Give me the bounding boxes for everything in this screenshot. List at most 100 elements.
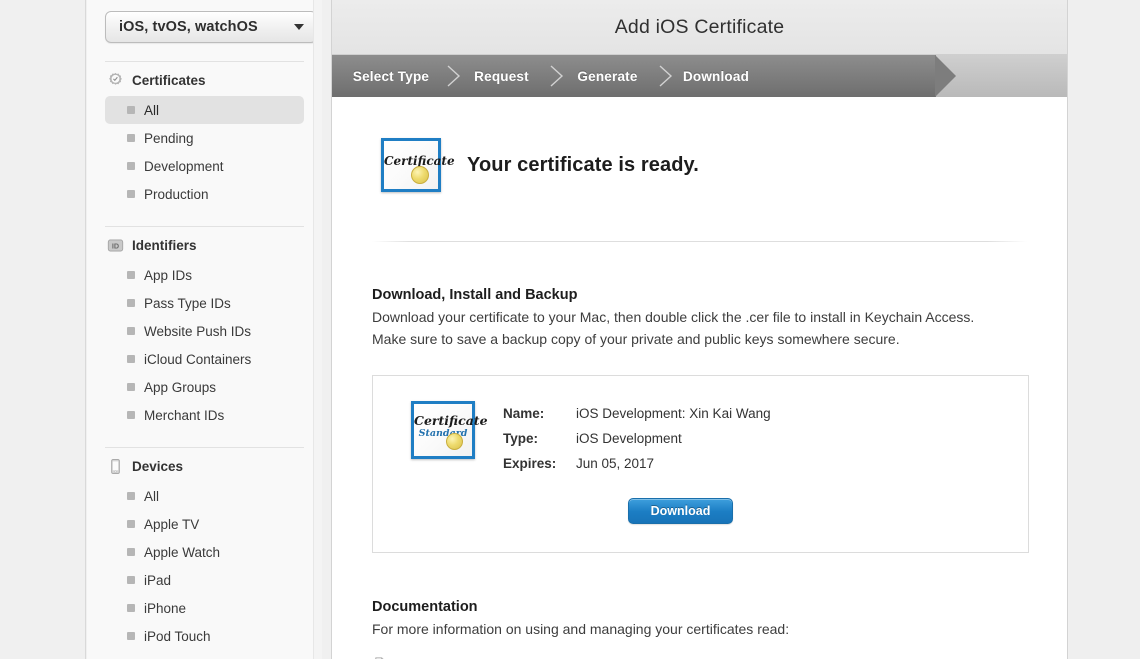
hero-heading: Your certificate is ready.	[467, 154, 699, 177]
sidebar-item-certificates-pending[interactable]: Pending	[105, 124, 304, 152]
page-titlebar: Add iOS Certificate	[332, 0, 1067, 55]
sidebar-group-certificates: Certificates All Pending Development Pro…	[105, 43, 304, 208]
field-value: Jun 05, 2017	[576, 456, 654, 471]
content-panel: Add iOS Certificate Select Type Request …	[331, 0, 1068, 659]
sidebar-item-website-push-ids[interactable]: Website Push IDs	[105, 317, 304, 345]
bullet-icon	[127, 383, 135, 391]
field-label: Name:	[503, 406, 576, 421]
seal-icon	[411, 166, 429, 184]
bullet-icon	[127, 632, 135, 640]
field-value: iOS Development	[576, 431, 682, 446]
bullet-icon	[127, 162, 135, 170]
os-platform-select-value: iOS, tvOS, watchOS	[119, 19, 294, 35]
certificate-icon-text-line1: Certificate	[414, 413, 472, 428]
bullet-icon	[127, 134, 135, 142]
content-body: Certificate Your certificate is ready. D…	[332, 97, 1067, 659]
sidebar-item-ipad[interactable]: iPad	[105, 566, 304, 594]
certificate-field-name: Name: iOS Development: Xin Kai Wang	[503, 406, 771, 431]
device-phone-icon	[107, 458, 124, 475]
bullet-icon	[127, 411, 135, 419]
bullet-icon	[127, 355, 135, 363]
sidebar-item-apple-tv[interactable]: Apple TV	[105, 510, 304, 538]
app-window: iOS, tvOS, watchOS Certificates	[0, 0, 1140, 659]
bullet-icon	[127, 520, 135, 528]
sidebar-header-label: Identifiers	[132, 238, 197, 253]
field-label: Type:	[503, 431, 576, 446]
sidebar-item-certificates-all[interactable]: All	[105, 96, 304, 124]
sidebar-item-label: Pass Type IDs	[144, 296, 231, 311]
sidebar-item-certificates-production[interactable]: Production	[105, 180, 304, 208]
wizard-step-label: Request	[474, 69, 529, 84]
bullet-icon	[127, 106, 135, 114]
sidebar-item-merchant-ids[interactable]: Merchant IDs	[105, 401, 304, 429]
field-value: iOS Development: Xin Kai Wang	[576, 406, 771, 421]
bullet-icon	[127, 604, 135, 612]
sidebar-item-ipod-touch[interactable]: iPod Touch	[105, 622, 304, 650]
sidebar-item-label: Development	[144, 159, 224, 174]
bullet-icon	[127, 271, 135, 279]
sidebar-item-label: iPhone	[144, 601, 186, 616]
download-section-heading: Download, Install and Backup	[372, 287, 1027, 303]
sidebar-item-label: Merchant IDs	[144, 408, 224, 423]
os-platform-select[interactable]: iOS, tvOS, watchOS	[105, 11, 317, 43]
certificate-fields: Name: iOS Development: Xin Kai Wang Type…	[503, 401, 771, 481]
sidebar-scrollbar[interactable]	[313, 0, 322, 659]
sidebar-item-apple-watch[interactable]: Apple Watch	[105, 538, 304, 566]
left-gutter	[0, 0, 86, 659]
sidebar-item-label: Apple TV	[144, 517, 199, 532]
sidebar-item-app-groups[interactable]: App Groups	[105, 373, 304, 401]
download-button[interactable]: Download	[628, 498, 734, 524]
sidebar-item-icloud-containers[interactable]: iCloud Containers	[105, 345, 304, 373]
wizard-step-label: Generate	[577, 69, 637, 84]
certificate-details-panel: Certificate Standard Name: iOS Developme…	[372, 375, 1029, 553]
sidebar-header-devices[interactable]: Devices	[105, 448, 304, 482]
svg-text:ID: ID	[112, 241, 119, 250]
sidebar-item-label: Apple Watch	[144, 545, 220, 560]
certificate-field-type: Type: iOS Development	[503, 431, 771, 456]
bullet-icon	[127, 190, 135, 198]
wizard-step-label: Select Type	[353, 69, 429, 84]
sidebar-header-label: Devices	[132, 459, 183, 474]
wizard-step-request[interactable]: Request	[450, 55, 553, 97]
documentation-heading: Documentation	[372, 599, 1027, 615]
section-divider	[372, 241, 1027, 242]
sidebar-group-devices: Devices All Apple TV Apple Watch iPad	[105, 429, 304, 650]
sidebar-item-label: Pending	[144, 131, 194, 146]
sidebar: iOS, tvOS, watchOS Certificates	[87, 0, 322, 659]
bullet-icon	[127, 576, 135, 584]
sidebar-item-devices-all[interactable]: All	[105, 482, 304, 510]
sidebar-item-label: iPad	[144, 573, 171, 588]
wizard-step-select-type[interactable]: Select Type	[332, 55, 450, 97]
id-badge-icon: ID	[107, 237, 124, 254]
certificate-icon: Certificate	[381, 138, 441, 192]
hero-section: Certificate Your certificate is ready.	[372, 97, 1027, 192]
certificate-icon-text-line2: Standard	[414, 428, 472, 439]
sidebar-item-pass-type-ids[interactable]: Pass Type IDs	[105, 289, 304, 317]
certificate-field-expires: Expires: Jun 05, 2017	[503, 456, 771, 481]
sidebar-item-certificates-development[interactable]: Development	[105, 152, 304, 180]
wizard-step-generate[interactable]: Generate	[553, 55, 662, 97]
field-label: Expires:	[503, 456, 576, 471]
certificate-icon-text: Certificate	[384, 154, 438, 168]
sidebar-header-label: Certificates	[132, 73, 206, 88]
certificate-seal-icon	[107, 72, 124, 89]
seal-icon	[446, 433, 463, 450]
sidebar-header-certificates[interactable]: Certificates	[105, 62, 304, 96]
right-gutter	[1069, 0, 1140, 659]
bullet-icon	[127, 327, 135, 335]
sidebar-item-app-ids[interactable]: App IDs	[105, 261, 304, 289]
bullet-icon	[127, 492, 135, 500]
sidebar-item-label: All	[144, 489, 159, 504]
sidebar-header-identifiers[interactable]: ID Identifiers	[105, 227, 304, 261]
download-section-body: Download your certificate to your Mac, t…	[372, 306, 997, 350]
page-title: Add iOS Certificate	[615, 16, 785, 39]
sidebar-item-label: All	[144, 103, 159, 118]
wizard-step-label: Download	[683, 69, 749, 84]
sidebar-group-provisioning-profiles: Provisioning Profiles	[105, 650, 304, 659]
sidebar-item-iphone[interactable]: iPhone	[105, 594, 304, 622]
sidebar-item-label: Production	[144, 187, 209, 202]
sidebar-item-label: iCloud Containers	[144, 352, 251, 367]
chevron-down-icon	[294, 24, 304, 30]
wizard-step-download[interactable]: Download	[662, 55, 770, 97]
certificate-standard-icon: Certificate Standard	[411, 401, 475, 459]
